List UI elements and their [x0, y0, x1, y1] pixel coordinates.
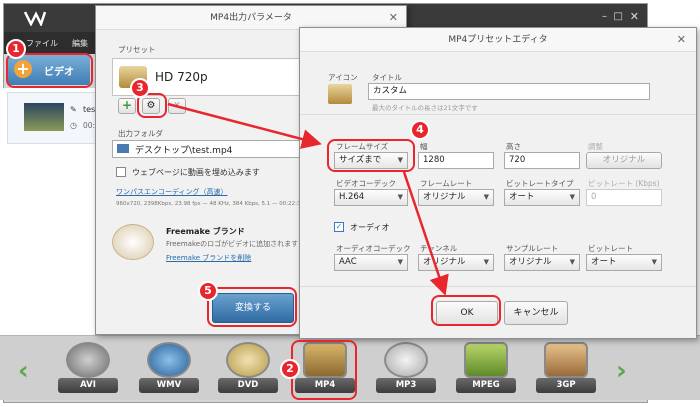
arrow-frame-to-ok: [402, 171, 449, 296]
step-badge: 1: [6, 39, 26, 59]
arrow-gear-to-frame: [167, 102, 322, 149]
step-badge: 2: [280, 359, 300, 379]
step-badge: 4: [410, 120, 430, 140]
step-badge: 5: [198, 281, 218, 301]
annotation-arrows: [167, 102, 449, 296]
step-badge: 3: [130, 78, 150, 98]
